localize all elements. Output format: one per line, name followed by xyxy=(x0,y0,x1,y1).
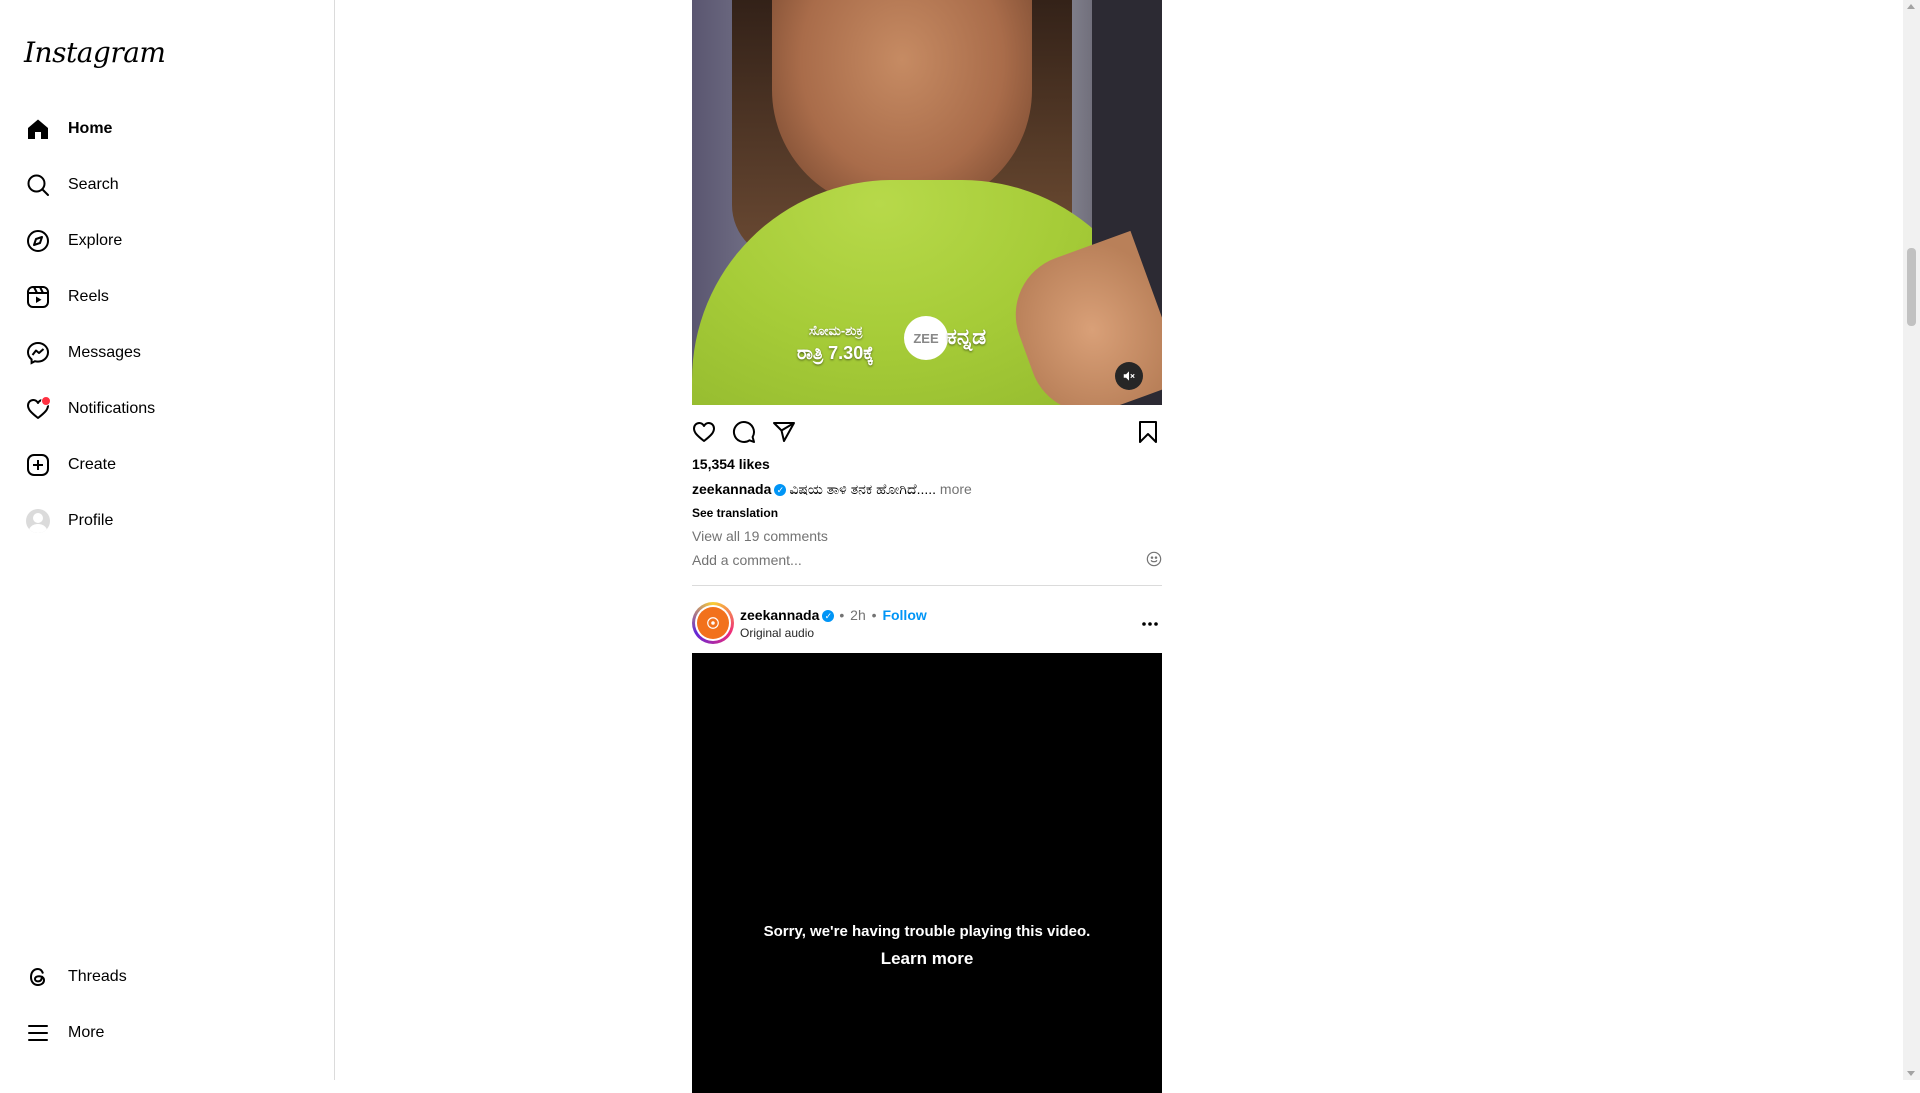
sidebar-item-label: Threads xyxy=(68,968,127,985)
post-divider xyxy=(692,585,1162,586)
sidebar-item-label: Search xyxy=(68,176,119,193)
plus-square-icon xyxy=(24,451,52,479)
caption-username[interactable]: zeekannada xyxy=(692,481,771,497)
audio-label[interactable]: Original audio xyxy=(740,626,814,640)
sidebar-item-notifications[interactable]: Notifications xyxy=(12,385,312,433)
instagram-logo[interactable]: Instagram xyxy=(24,36,166,69)
sidebar-item-threads[interactable]: Threads xyxy=(12,953,312,1001)
speaker-muted-icon xyxy=(1123,371,1135,381)
messenger-icon xyxy=(24,339,52,367)
story-ring-avatar[interactable] xyxy=(692,602,734,644)
heart-icon xyxy=(24,395,52,423)
like-button[interactable] xyxy=(690,418,718,446)
emoji-icon[interactable] xyxy=(1146,551,1162,567)
bookmark-icon xyxy=(1139,421,1157,443)
scroll-down-arrow-icon[interactable] xyxy=(1907,1071,1915,1076)
separator-dot: • xyxy=(839,607,845,623)
learn-more-link[interactable]: Learn more xyxy=(692,949,1162,969)
save-button[interactable] xyxy=(1134,418,1162,446)
caption-more-link[interactable]: more xyxy=(940,481,972,497)
post-header: zeekannada ✓ • 2h • Follow xyxy=(740,607,927,623)
zee-logo: ZEE xyxy=(904,316,948,360)
sidebar: Instagram Home Search Explore Reels Mess… xyxy=(0,0,335,1080)
avatar xyxy=(697,607,729,639)
separator-dot: • xyxy=(871,607,877,623)
verified-badge-icon: ✓ xyxy=(774,484,787,497)
avatar xyxy=(26,509,50,533)
watermark-schedule: ಸೋಮ-ಶುಕ್ರ ರಾತ್ರಿ 7.30ಕ್ಕೆ xyxy=(797,320,874,364)
likes-count[interactable]: 15,354 likes xyxy=(692,456,770,472)
send-icon xyxy=(773,422,795,442)
sidebar-item-home[interactable]: Home xyxy=(12,105,312,153)
post-actions xyxy=(692,418,1162,446)
avatar-border xyxy=(695,605,731,641)
profile-icon-wrapper xyxy=(24,507,52,535)
heart-icon xyxy=(693,422,715,442)
sidebar-item-label: Home xyxy=(68,120,113,137)
sidebar-item-label: Messages xyxy=(68,344,141,361)
notification-badge xyxy=(41,396,51,406)
post-time[interactable]: 2h xyxy=(850,607,866,623)
post-media[interactable]: ಸೋಮ-ಶುಕ್ರ ರಾತ್ರಿ 7.30ಕ್ಕೆ ZEE ಕನ್ನಡ xyxy=(692,0,1162,405)
sidebar-item-label: Profile xyxy=(68,512,114,529)
media-subject xyxy=(772,0,1032,210)
sidebar-item-reels[interactable]: Reels xyxy=(12,273,312,321)
post-username[interactable]: zeekannada xyxy=(740,607,819,623)
caption-text: ವಿಷಯ ತಾಳಿ ತನಕ ಹೋಗಿದೆ..... xyxy=(789,481,937,497)
verified-badge-icon: ✓ xyxy=(822,610,835,623)
video-error-message: Sorry, we're having trouble playing this… xyxy=(763,923,1091,940)
comment-button[interactable] xyxy=(730,418,758,446)
mute-button[interactable] xyxy=(1115,362,1143,390)
follow-button[interactable]: Follow xyxy=(882,607,926,623)
zee-logo-icon xyxy=(707,617,719,629)
sidebar-item-create[interactable]: Create xyxy=(12,441,312,489)
reels-icon xyxy=(24,283,52,311)
watermark-days: ಸೋಮ-ಶುಕ್ರ xyxy=(809,323,863,338)
comment-icon xyxy=(733,421,755,443)
sidebar-item-label: Notifications xyxy=(68,400,156,417)
menu-icon xyxy=(24,1019,52,1047)
sidebar-item-label: More xyxy=(68,1024,105,1041)
see-translation-link[interactable]: See translation xyxy=(692,506,778,520)
post-caption: zeekannada ✓ ವಿಷಯ ತಾಳಿ ತನಕ ಹೋಗಿದೆ..... mor… xyxy=(692,481,972,498)
sidebar-item-label: Create xyxy=(68,456,117,473)
scroll-up-arrow-icon[interactable] xyxy=(1907,4,1915,9)
sidebar-item-label: Reels xyxy=(68,288,109,305)
scroll-thumb[interactable] xyxy=(1907,248,1916,326)
home-icon xyxy=(24,115,52,143)
video-player[interactable]: Sorry, we're having trouble playing this… xyxy=(692,653,1162,1093)
sidebar-item-profile[interactable]: Profile xyxy=(12,497,312,545)
sidebar-item-search[interactable]: Search xyxy=(12,161,312,209)
share-button[interactable] xyxy=(770,418,798,446)
search-icon xyxy=(24,171,52,199)
watermark-channel: ಕನ್ನಡ xyxy=(947,324,987,349)
sidebar-item-more[interactable]: More xyxy=(12,1009,312,1057)
view-comments-link[interactable]: View all 19 comments xyxy=(692,528,828,544)
comment-input[interactable] xyxy=(692,552,1092,568)
threads-icon xyxy=(24,963,52,991)
sidebar-item-messages[interactable]: Messages xyxy=(12,329,312,377)
sidebar-item-label: Explore xyxy=(68,232,123,249)
post-options-button[interactable] xyxy=(1138,612,1162,636)
watermark-time: ರಾತ್ರಿ 7.30ಕ್ಕೆ xyxy=(797,343,874,363)
more-dots-icon xyxy=(1142,622,1158,626)
sidebar-item-explore[interactable]: Explore xyxy=(12,217,312,265)
compass-icon xyxy=(24,227,52,255)
page-scrollbar[interactable] xyxy=(1903,0,1920,1080)
